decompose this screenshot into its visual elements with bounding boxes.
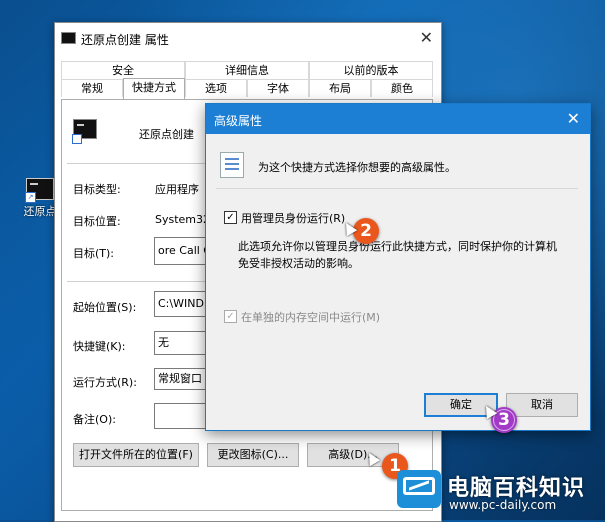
- start-in-label: 起始位置(S):: [73, 301, 137, 314]
- window-title: 还原点创建 属性: [81, 33, 169, 47]
- hotkey-label: 快捷键(K):: [73, 340, 126, 353]
- tab-previous-versions[interactable]: 以前的版本: [309, 61, 433, 79]
- run-label: 运行方式(R):: [73, 376, 137, 389]
- target-label: 目标(T):: [73, 247, 115, 260]
- console-icon: ↗: [25, 178, 54, 203]
- tab-options[interactable]: 选项: [185, 79, 247, 97]
- step-marker-2: 2: [353, 218, 379, 244]
- watermark: 电脑百科知识 www.pc-daily.com: [395, 462, 605, 520]
- description-line-1: 此选项允许你以管理员身份运行此快捷方式，同时保护你的计算机: [238, 240, 557, 253]
- close-icon[interactable]: ✕: [420, 28, 433, 47]
- tab-font[interactable]: 字体: [247, 79, 309, 97]
- open-location-button[interactable]: 打开文件所在的位置(F): [73, 443, 199, 467]
- console-icon: [72, 119, 97, 144]
- separate-memory-label[interactable]: 在单独的内存空间中运行(M): [241, 309, 380, 325]
- target-location-value: System32: [155, 213, 211, 226]
- console-icon: [61, 32, 76, 44]
- shortcut-arrow-icon: ↗: [25, 192, 36, 203]
- target-type-value: 应用程序: [155, 183, 199, 196]
- separate-memory-checkbox[interactable]: ✓: [224, 310, 237, 323]
- advanced-properties-dialog: 高级属性 ✕ 为这个快捷方式选择你想要的高级属性。 ✓ 用管理员身份运行(R) …: [205, 103, 591, 431]
- target-type-label: 目标类型:: [73, 183, 121, 196]
- run-as-admin-checkbox[interactable]: ✓: [224, 211, 237, 224]
- tab-security[interactable]: 安全: [61, 61, 185, 79]
- monitor-logo-icon: [397, 470, 441, 508]
- properties-titlebar: 还原点创建 属性 ✕: [55, 23, 441, 53]
- desktop-shortcut-label: 还原点: [23, 205, 57, 218]
- tab-details[interactable]: 详细信息: [185, 61, 309, 79]
- advanced-titlebar: 高级属性 ✕: [206, 104, 590, 134]
- tab-layout[interactable]: 布局: [309, 79, 371, 97]
- target-location-label: 目标位置:: [73, 215, 121, 228]
- dialog-title: 高级属性: [214, 114, 263, 128]
- description-line-2: 免受非授权活动的影响。: [238, 257, 359, 270]
- tab-strip: 安全 详细信息 以前的版本 常规 快捷方式 选项 字体 布局 颜色: [61, 61, 433, 99]
- comment-label: 备注(O):: [73, 413, 116, 426]
- tab-shortcut[interactable]: 快捷方式: [123, 78, 185, 99]
- run-as-admin-label[interactable]: 用管理员身份运行(R): [241, 210, 345, 226]
- close-icon[interactable]: ✕: [567, 109, 580, 128]
- tab-colors[interactable]: 颜色: [371, 79, 433, 97]
- tab-general[interactable]: 常规: [61, 79, 123, 97]
- divider: [216, 188, 578, 189]
- dialog-header-text: 为这个快捷方式选择你想要的高级属性。: [258, 161, 456, 174]
- shortcut-arrow-icon: [72, 134, 82, 144]
- run-as-admin-description: 此选项允许你以管理员身份运行此快捷方式，同时保护你的计算机 免受非授权活动的影响…: [238, 238, 578, 272]
- change-icon-button[interactable]: 更改图标(C)...: [207, 443, 299, 467]
- cancel-button[interactable]: 取消: [506, 393, 578, 417]
- shortcut-name: 还原点创建: [139, 128, 194, 141]
- tab-row-1: 安全 详细信息 以前的版本: [61, 61, 433, 79]
- checklist-icon: [220, 152, 244, 178]
- tab-row-2: 常规 快捷方式 选项 字体 布局 颜色: [61, 78, 433, 99]
- watermark-url: www.pc-daily.com: [449, 498, 557, 512]
